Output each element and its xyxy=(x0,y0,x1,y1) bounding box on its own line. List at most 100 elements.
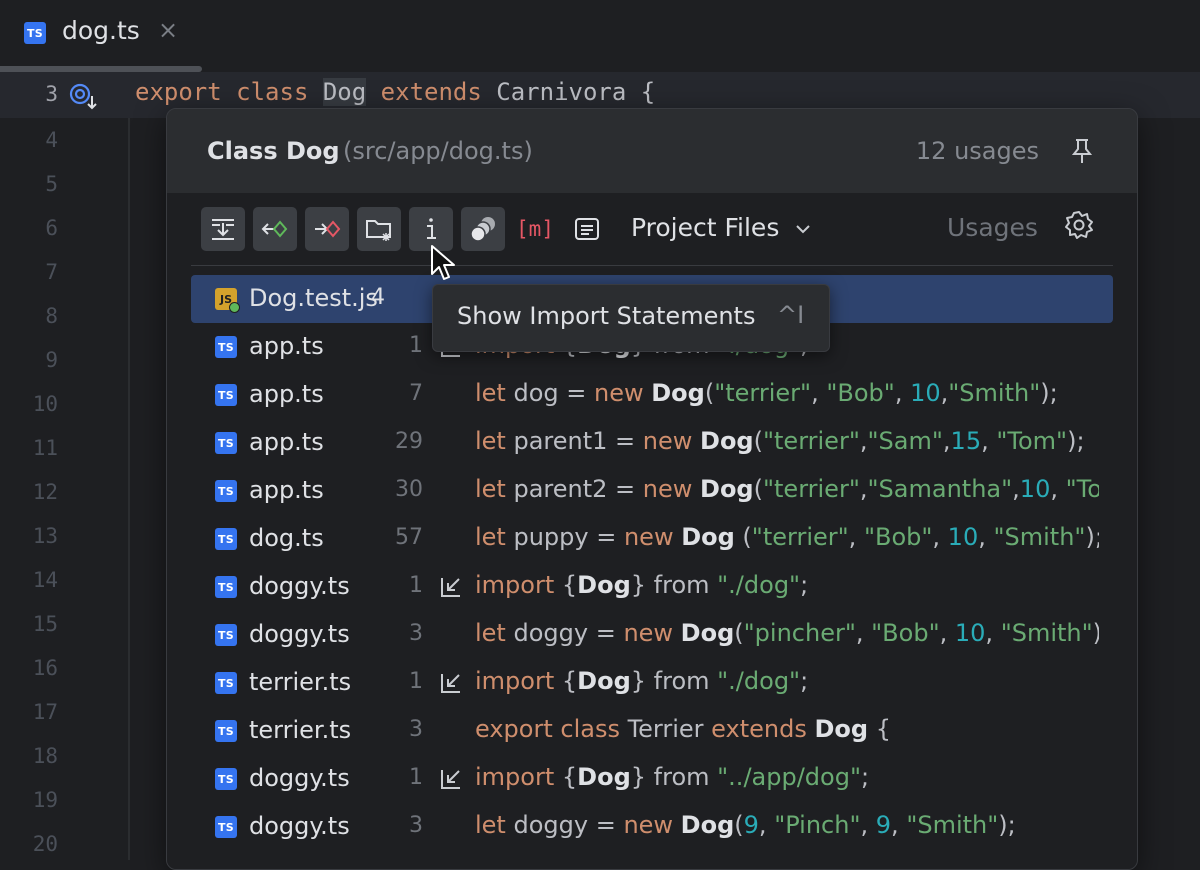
code-text: ; xyxy=(800,571,808,599)
module-icon: [m] xyxy=(516,217,554,241)
chevron-down-icon[interactable] xyxy=(795,223,811,235)
code-string: "Samantha" xyxy=(868,475,1013,503)
usage-row[interactable]: TSapp.ts29let parent1 = new Dog("terrier… xyxy=(191,419,1113,467)
line-number: 5 xyxy=(0,172,58,196)
test-marker-icon xyxy=(229,302,240,313)
usage-row[interactable]: TSterrier.ts1import {Dog} from "./dog"; xyxy=(191,659,1113,707)
code-keyword: let xyxy=(475,523,506,551)
tab-dog-ts[interactable]: TS dog.ts × xyxy=(0,0,202,68)
usages-filter-label[interactable]: Usages xyxy=(947,213,1038,242)
typescript-file-icon: TS xyxy=(24,22,46,44)
parent-class-name: Carnivora xyxy=(496,78,626,106)
usage-row[interactable]: TSdoggy.ts3let doggy = new Dog(9, "Pinch… xyxy=(191,803,1113,851)
code-keyword: import xyxy=(475,763,554,791)
usage-row[interactable]: TSdoggy.ts1import {Dog} from "./dog"; xyxy=(191,563,1113,611)
code-text: ) xyxy=(1093,619,1099,647)
code-string: "terrier" xyxy=(763,427,860,455)
code-text: } from xyxy=(631,763,717,791)
find-usages-popup: Class Dog (src/app/dog.ts) 12 usages xyxy=(166,108,1138,870)
usage-row[interactable]: TSapp.ts30let parent2 = new Dog("terrier… xyxy=(191,467,1113,515)
show-read-access-button[interactable] xyxy=(253,207,297,251)
usage-line-number: 3 xyxy=(341,813,423,838)
usage-count: 12 usages xyxy=(916,137,1039,165)
close-icon[interactable]: × xyxy=(158,16,178,44)
code-text: , xyxy=(981,427,996,455)
code-class-name: Dog xyxy=(577,571,631,599)
line-number: 20 xyxy=(0,832,58,856)
usage-row[interactable]: TSdog.ts57let puppy = new Dog ("terrier"… xyxy=(191,515,1113,563)
typescript-file-icon: TS xyxy=(215,624,237,646)
usage-row[interactable]: TSapp.ts7let dog = new Dog("terrier", "B… xyxy=(191,371,1113,419)
code-string: "Tom" xyxy=(996,427,1067,455)
import-statement-icon xyxy=(439,767,463,791)
code-text: ; xyxy=(800,667,808,695)
code-keyword: export class xyxy=(475,715,628,743)
line-number: 16 xyxy=(0,656,58,680)
gear-icon[interactable] xyxy=(1063,209,1095,241)
code-number: 9 xyxy=(876,811,891,839)
typescript-file-icon: TS xyxy=(215,768,237,790)
usage-file-name: Dog.test.js xyxy=(249,284,378,312)
code-keyword: new xyxy=(623,619,680,647)
line-number: 10 xyxy=(0,392,58,416)
code-text: , xyxy=(943,427,951,455)
typescript-file-icon: TS xyxy=(215,528,237,550)
usage-code-preview: let puppy = new Dog ("terrier", "Bob", 1… xyxy=(475,523,1099,551)
usage-code-preview: let dog = new Dog("terrier", "Bob", 10,"… xyxy=(475,379,1099,407)
code-text: } from xyxy=(631,667,717,695)
typescript-file-icon: TS xyxy=(215,384,237,406)
code-text: ( xyxy=(734,811,743,839)
code-keyword: new xyxy=(643,427,700,455)
tooltip: Show Import Statements ^I xyxy=(432,284,830,352)
code-keyword: let xyxy=(475,427,506,455)
code-keyword: extends xyxy=(711,715,814,743)
usage-file-name: doggy.ts xyxy=(249,764,350,792)
code-string: "Bob" xyxy=(871,619,939,647)
group-by-directory-button[interactable] xyxy=(357,207,401,251)
code-text: Terrier xyxy=(628,715,712,743)
merge-usages-button[interactable] xyxy=(201,207,245,251)
pin-icon[interactable] xyxy=(1069,137,1095,165)
usage-line-number: 4 xyxy=(371,285,409,310)
javascript-test-file-icon: JS xyxy=(215,288,237,310)
code-class-name: Dog xyxy=(577,667,631,695)
line-number: 18 xyxy=(0,744,58,768)
typescript-file-icon: TS xyxy=(215,336,237,358)
group-by-file-structure-button[interactable] xyxy=(565,207,609,251)
line-number: 11 xyxy=(0,436,58,460)
typescript-file-icon: TS xyxy=(215,816,237,838)
circles-icon xyxy=(468,214,498,244)
code-text: ); xyxy=(998,811,1015,839)
usage-row[interactable]: TSterrier.ts3export class Terrier extend… xyxy=(191,707,1113,755)
usage-code-preview: let doggy = new Dog(9, "Pinch", 9, "Smit… xyxy=(475,811,1099,839)
usage-row[interactable]: TSdoggy.ts1import {Dog} from "../app/dog… xyxy=(191,755,1113,803)
editor-tab-bar: TS dog.ts × xyxy=(0,0,1200,68)
code-string: "terrier" xyxy=(714,379,811,407)
code-string: "Smith" xyxy=(906,811,998,839)
group-by-module-button[interactable]: [m] xyxy=(513,207,557,251)
code-text: ( xyxy=(734,619,743,647)
scope-dropdown[interactable]: Project Files xyxy=(631,213,779,242)
code-text: , xyxy=(759,811,774,839)
usage-row[interactable]: TSdoggy.ts3let doggy = new Dog("pincher"… xyxy=(191,611,1113,659)
code-text: , xyxy=(860,475,868,503)
code-line-3[interactable]: export class Dog extends Carnivora { xyxy=(135,78,655,106)
keyword: class xyxy=(236,78,308,106)
code-keyword: let xyxy=(475,475,506,503)
code-text: ( xyxy=(754,475,763,503)
code-number: 10 xyxy=(948,523,979,551)
import-statement-icon xyxy=(439,575,463,599)
usage-file-name: app.ts xyxy=(249,380,324,408)
code-keyword: new xyxy=(643,475,700,503)
code-text: , xyxy=(811,379,826,407)
folder-icon xyxy=(364,214,394,244)
group-by-usage-type-button[interactable] xyxy=(461,207,505,251)
line-number: 17 xyxy=(0,700,58,724)
show-write-access-button[interactable] xyxy=(305,207,349,251)
code-text: { xyxy=(554,571,577,599)
code-keyword: import xyxy=(475,571,554,599)
implemented-overridden-icon[interactable] xyxy=(69,82,99,112)
popup-title: Class Dog xyxy=(207,137,340,165)
gutter-separator xyxy=(128,118,130,860)
code-string: "terrier" xyxy=(752,523,849,551)
